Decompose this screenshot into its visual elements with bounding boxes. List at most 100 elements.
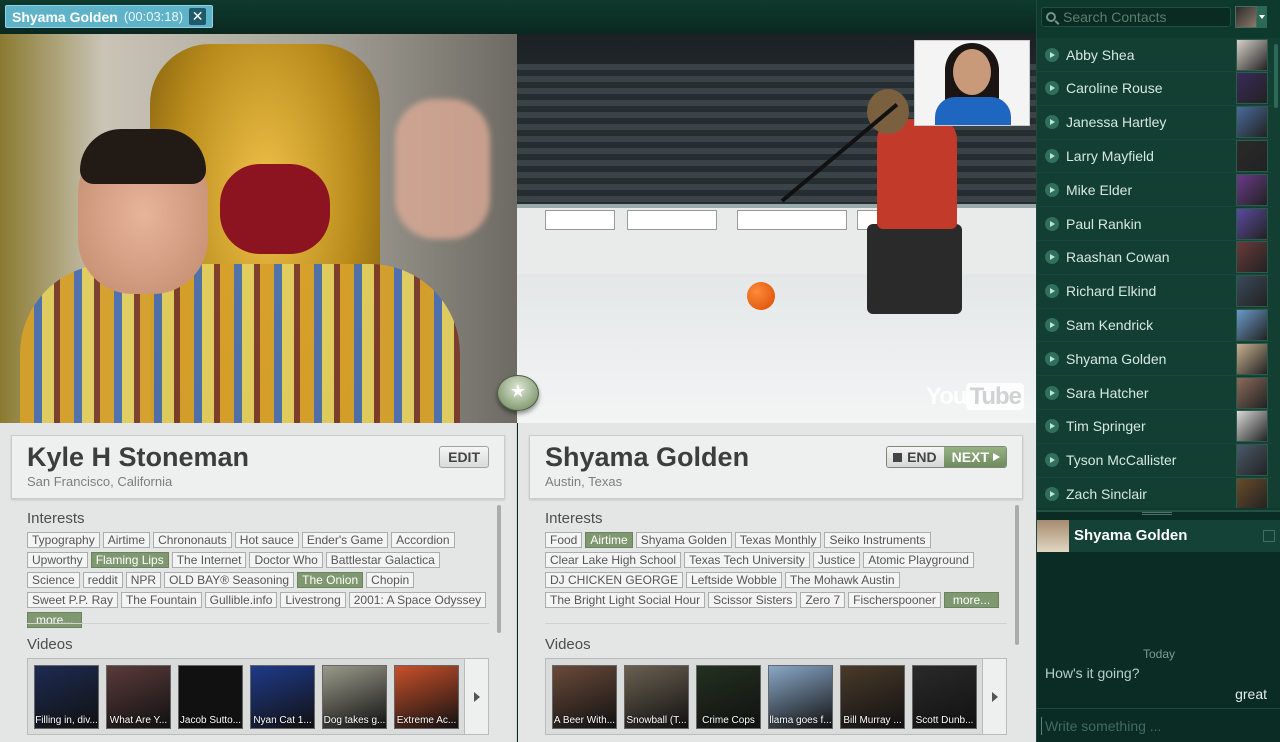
interest-tag[interactable]: Livestrong (280, 592, 346, 608)
contacts-scrollbar[interactable] (1274, 44, 1278, 108)
interest-tag[interactable]: Texas Tech University (684, 552, 810, 568)
contact-item[interactable]: Paul Rankin (1037, 207, 1273, 241)
interest-tag[interactable]: Justice (812, 552, 861, 568)
avatar[interactable] (1235, 6, 1257, 28)
next-call-button[interactable]: NEXT (943, 447, 1006, 467)
interest-tag[interactable]: Battlestar Galactica (325, 552, 440, 568)
video-thumbnail[interactable]: Scott Dunb... (912, 665, 977, 729)
call-contact-button[interactable] (1045, 385, 1059, 400)
interest-tag[interactable]: Clear Lake High School (545, 552, 682, 568)
video-thumbnail[interactable]: Jacob Sutto... (178, 665, 243, 729)
video-thumbnail[interactable]: A Beer With... (552, 665, 617, 729)
call-contact-button[interactable] (1045, 115, 1059, 130)
interest-tag[interactable]: Seiko Instruments (824, 532, 931, 548)
video-thumbnail[interactable]: Snowball (T... (624, 665, 689, 729)
chat-resize-handle[interactable] (1142, 512, 1172, 515)
contact-item[interactable]: Shyama Golden (1037, 342, 1273, 377)
contact-item[interactable]: Sam Kendrick (1037, 308, 1273, 343)
video-thumbnail[interactable]: Bill Murray ... (840, 665, 905, 729)
search-input[interactable] (1063, 9, 1223, 25)
popout-icon[interactable] (1263, 530, 1275, 542)
contact-item[interactable]: Abby Shea (1037, 38, 1273, 72)
contact-item[interactable]: Larry Mayfield (1037, 139, 1273, 174)
interest-tag[interactable]: Gullible.info (204, 592, 278, 608)
interest-tag[interactable]: Airtime (102, 532, 151, 548)
interest-tag[interactable]: Food (545, 532, 583, 548)
edit-profile-button[interactable]: EDIT (439, 446, 489, 468)
interest-tag[interactable]: Texas Monthly (734, 532, 822, 548)
interest-tag[interactable]: Accordion (391, 532, 455, 548)
interest-tag[interactable]: NPR (125, 572, 162, 588)
video-thumbnail[interactable]: Extreme Ac... (394, 665, 459, 729)
interest-tag[interactable]: Chrononauts (153, 532, 232, 548)
interest-tag[interactable]: Shyama Golden (635, 532, 732, 548)
interest-tag[interactable]: OLD BAY® Seasoning (164, 572, 295, 588)
call-contact-button[interactable] (1045, 216, 1059, 231)
more-interests-button[interactable]: more... (943, 592, 1000, 608)
interest-tag[interactable]: The Onion (297, 572, 364, 588)
interest-tag[interactable]: Leftside Wobble (686, 572, 782, 588)
interest-tag[interactable]: 2001: A Space Odyssey (348, 592, 487, 608)
contact-item[interactable]: Richard Elkind (1037, 275, 1273, 309)
contact-item[interactable]: Sara Hatcher (1037, 376, 1273, 410)
contact-search[interactable] (1041, 7, 1231, 27)
interest-tag[interactable]: Airtime (585, 532, 633, 548)
video-thumbnail[interactable]: llama goes f... (768, 665, 833, 729)
shared-video[interactable]: You Tube (517, 34, 1036, 423)
video-thumbnail[interactable]: Dog takes g... (322, 665, 387, 729)
star-favorite-button[interactable]: ★ (497, 375, 539, 411)
my-interests-scrollbar[interactable] (497, 505, 501, 633)
end-call-button[interactable]: END (887, 447, 944, 467)
interest-tag[interactable]: Typography (27, 532, 100, 548)
call-contact-button[interactable] (1045, 47, 1059, 62)
interest-tag[interactable]: DJ CHICKEN GEORGE (545, 572, 684, 588)
contact-item[interactable]: Tyson McCallister (1037, 444, 1273, 478)
call-contact-button[interactable] (1045, 284, 1059, 299)
interest-tag[interactable]: reddit (82, 572, 123, 588)
partner-videos-next-button[interactable] (982, 659, 1006, 734)
more-interests-button[interactable]: more... (27, 612, 83, 628)
interest-tag[interactable]: Upworthy (27, 552, 88, 568)
video-thumbnail[interactable]: Filling in, div... (34, 665, 99, 729)
interest-tag[interactable]: Zero 7 (800, 592, 846, 608)
active-call-pill[interactable]: Shyama Golden (00:03:18) ✕ (5, 5, 214, 28)
interest-tag[interactable]: The Bright Light Social Hour (545, 592, 706, 608)
interest-tag[interactable]: The Fountain (120, 592, 202, 608)
contact-item[interactable]: Tim Springer (1037, 410, 1273, 444)
call-contact-button[interactable] (1045, 453, 1059, 468)
close-icon[interactable]: ✕ (189, 8, 207, 25)
interest-tag[interactable]: Doctor Who (249, 552, 323, 568)
call-contact-button[interactable] (1045, 419, 1059, 434)
interest-tag[interactable]: Fischerspooner (848, 592, 941, 608)
interest-tag[interactable]: Atomic Playground (863, 552, 974, 568)
call-contact-button[interactable] (1045, 486, 1059, 501)
interest-tag[interactable]: Chopin (366, 572, 415, 588)
call-contact-button[interactable] (1045, 81, 1059, 96)
interest-tag[interactable]: Flaming Lips (90, 552, 169, 568)
partner-webcam-pip[interactable] (914, 40, 1030, 126)
interest-tag[interactable]: The Mohawk Austin (784, 572, 900, 588)
my-videos-next-button[interactable] (464, 659, 488, 734)
call-contact-button[interactable] (1045, 351, 1059, 366)
contact-item[interactable]: Caroline Rouse (1037, 72, 1273, 106)
interest-tag[interactable]: Scissor Sisters (708, 592, 798, 608)
call-contact-button[interactable] (1045, 182, 1059, 197)
contact-item[interactable]: Janessa Hartley (1037, 106, 1273, 140)
video-thumbnail[interactable]: Nyan Cat 1... (250, 665, 315, 729)
partner-interests-scrollbar[interactable] (1015, 505, 1019, 645)
interest-tag[interactable]: Hot sauce (234, 532, 299, 548)
contact-item[interactable]: Zach Sinclair (1037, 477, 1273, 508)
call-contact-button[interactable] (1045, 148, 1059, 163)
call-contact-button[interactable] (1045, 317, 1059, 332)
account-menu-button[interactable] (1257, 6, 1267, 28)
interest-tag[interactable]: The Internet (171, 552, 247, 568)
contact-item[interactable]: Raashan Cowan (1037, 241, 1273, 275)
video-thumbnail[interactable]: What Are Y... (106, 665, 171, 729)
contact-item[interactable]: Mike Elder (1037, 173, 1273, 208)
interest-tag[interactable]: Ender's Game (301, 532, 389, 548)
interest-tag[interactable]: Sweet P.P. Ray (27, 592, 118, 608)
interest-tag[interactable]: Science (27, 572, 80, 588)
call-contact-button[interactable] (1045, 250, 1059, 265)
chat-input[interactable] (1041, 717, 1271, 735)
video-thumbnail[interactable]: Crime Cops (696, 665, 761, 729)
